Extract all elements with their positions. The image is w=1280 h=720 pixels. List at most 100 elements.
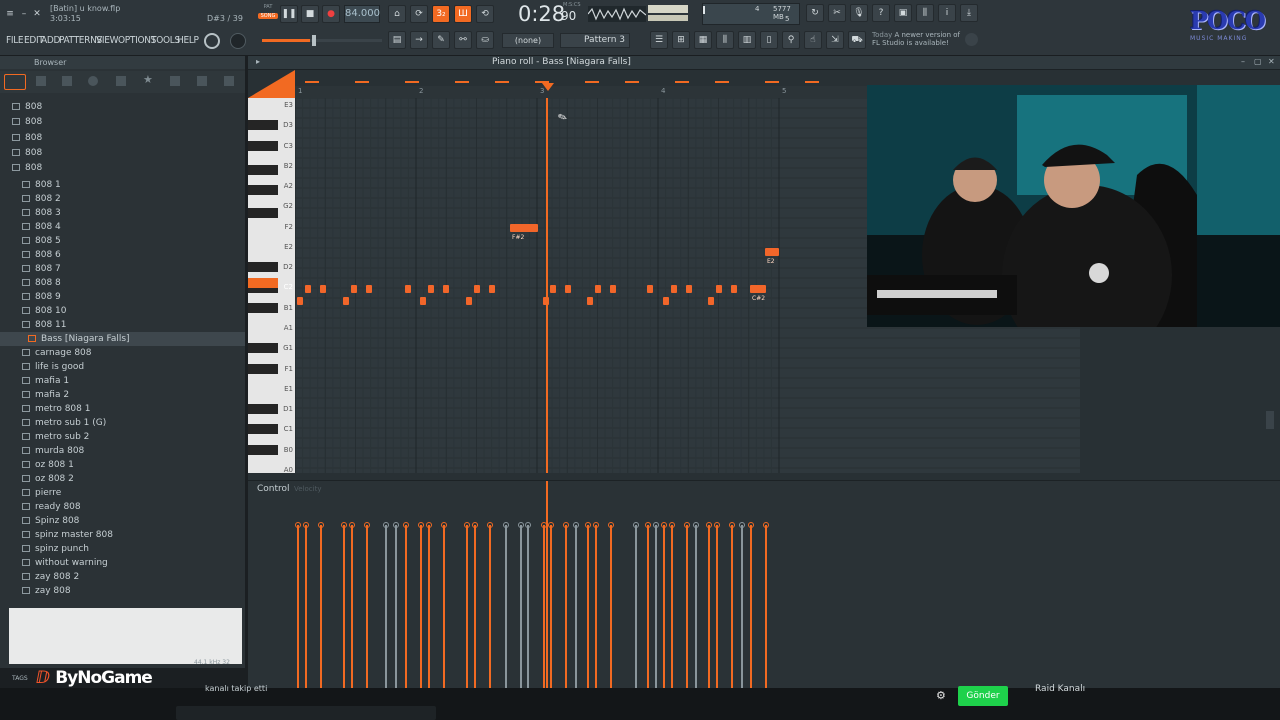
arrow-icon[interactable]: →: [410, 31, 428, 49]
brush-icon[interactable]: ✎: [432, 31, 450, 49]
browser-cloud-icon[interactable]: [116, 76, 126, 86]
note[interactable]: [686, 285, 692, 293]
note[interactable]: [587, 297, 593, 305]
save-icon[interactable]: ▣: [894, 4, 912, 22]
velocity-bar[interactable]: [593, 522, 599, 689]
note[interactable]: [550, 285, 556, 293]
pause-button[interactable]: ❚❚: [280, 5, 298, 23]
velocity-handle[interactable]: [426, 522, 432, 528]
playlist-icon[interactable]: ☰: [650, 31, 668, 49]
velocity-bar[interactable]: [573, 522, 579, 689]
velocity-handle[interactable]: [383, 522, 389, 528]
browser-item[interactable]: 808 2: [0, 192, 245, 206]
velocity-bar[interactable]: [693, 522, 699, 689]
velocity-bar[interactable]: [653, 522, 659, 689]
velocity-handle[interactable]: [661, 522, 667, 528]
velocity-bar[interactable]: [633, 522, 639, 689]
browser-item[interactable]: 808 1: [0, 178, 245, 192]
note[interactable]: [565, 285, 571, 293]
control-parameter[interactable]: Velocity: [294, 485, 321, 493]
note[interactable]: [663, 297, 669, 305]
velocity-handle[interactable]: [593, 522, 599, 528]
browser-plugin-icon[interactable]: [88, 76, 98, 86]
velocity-bar[interactable]: [684, 522, 690, 689]
note[interactable]: [297, 297, 303, 305]
browser-folder[interactable]: 808: [0, 161, 245, 175]
browser-speaker-icon[interactable]: [62, 76, 72, 86]
touch-icon[interactable]: ☝: [804, 31, 822, 49]
velocity-bar[interactable]: [669, 522, 675, 689]
menu-icon[interactable]: ≡: [4, 8, 16, 20]
note[interactable]: [716, 285, 722, 293]
black-key[interactable]: [248, 424, 278, 435]
menu-file[interactable]: FILE: [6, 35, 24, 46]
menu-tools[interactable]: TOOLS: [151, 35, 180, 46]
note[interactable]: [405, 285, 411, 293]
channel-rack-icon[interactable]: ▦: [694, 31, 712, 49]
note[interactable]: [489, 285, 495, 293]
velocity-handle[interactable]: [464, 522, 470, 528]
velocity-handle[interactable]: [714, 522, 720, 528]
browser-file-icon[interactable]: [36, 76, 46, 86]
velocity-handle[interactable]: [418, 522, 424, 528]
note[interactable]: [351, 285, 357, 293]
browser-more-icon[interactable]: [224, 76, 234, 86]
note[interactable]: [671, 285, 677, 293]
note[interactable]: [305, 285, 311, 293]
tempo-display[interactable]: 84.000: [344, 5, 380, 23]
note[interactable]: [647, 285, 653, 293]
playhead-marker[interactable]: [542, 83, 554, 91]
velocity-handle[interactable]: [503, 522, 509, 528]
velocity-handle[interactable]: [349, 522, 355, 528]
velocity-bar[interactable]: [393, 522, 399, 689]
black-key[interactable]: [248, 363, 278, 374]
velocity-bar[interactable]: [341, 522, 347, 689]
velocity-handle[interactable]: [633, 522, 639, 528]
velocity-handle[interactable]: [318, 522, 324, 528]
window-close-icon[interactable]: ✕: [1268, 57, 1275, 66]
labelled-note[interactable]: E2: [765, 248, 779, 265]
main-volume-knob[interactable]: [204, 33, 220, 49]
browser-item[interactable]: mafia 2: [0, 388, 245, 402]
snap-select[interactable]: (none): [502, 33, 554, 48]
chat-settings-icon[interactable]: ⚙: [936, 689, 946, 702]
help-icon[interactable]: ?: [872, 4, 890, 22]
browser-item[interactable]: metro 808 1: [0, 402, 245, 416]
velocity-handle[interactable]: [548, 522, 554, 528]
note[interactable]: [428, 285, 434, 293]
velocity-bar[interactable]: [608, 522, 614, 689]
browser-item[interactable]: oz 808 1: [0, 458, 245, 472]
slider-handle[interactable]: [312, 35, 316, 46]
labelled-note[interactable]: F#2: [510, 224, 538, 241]
velocity-handle[interactable]: [341, 522, 347, 528]
velocity-bar[interactable]: [472, 522, 478, 689]
browser-icon[interactable]: ▯: [760, 31, 778, 49]
velocity-handle[interactable]: [669, 522, 675, 528]
velocity-handle[interactable]: [739, 522, 745, 528]
velocity-handle[interactable]: [653, 522, 659, 528]
browser-folder[interactable]: 808: [0, 115, 245, 129]
song-pattern-switch[interactable]: PAT SONG: [258, 4, 278, 26]
black-key[interactable]: [248, 302, 278, 313]
browser-item[interactable]: zay 808: [0, 584, 245, 598]
velocity-bar[interactable]: [548, 522, 554, 689]
browser-item[interactable]: 808 9: [0, 290, 245, 304]
velocity-bar[interactable]: [763, 522, 769, 689]
velocity-bar[interactable]: [739, 522, 745, 689]
browser-history-icon[interactable]: [197, 76, 207, 86]
snap-icon[interactable]: ▤: [388, 31, 406, 49]
velocity-bar[interactable]: [518, 522, 524, 689]
note[interactable]: [731, 285, 737, 293]
count-in-icon[interactable]: 3₂: [432, 5, 450, 23]
browser-item[interactable]: 808 7: [0, 262, 245, 276]
browser-star-icon[interactable]: ★: [143, 73, 153, 86]
velocity-handle[interactable]: [364, 522, 370, 528]
master-pitch-slider[interactable]: [262, 35, 382, 46]
browser-item[interactable]: 808 5: [0, 234, 245, 248]
note[interactable]: [595, 285, 601, 293]
note[interactable]: [443, 285, 449, 293]
velocity-bar[interactable]: [706, 522, 712, 689]
velocity-bar[interactable]: [487, 522, 493, 689]
velocity-bars[interactable]: [295, 521, 1080, 689]
note[interactable]: [343, 297, 349, 305]
